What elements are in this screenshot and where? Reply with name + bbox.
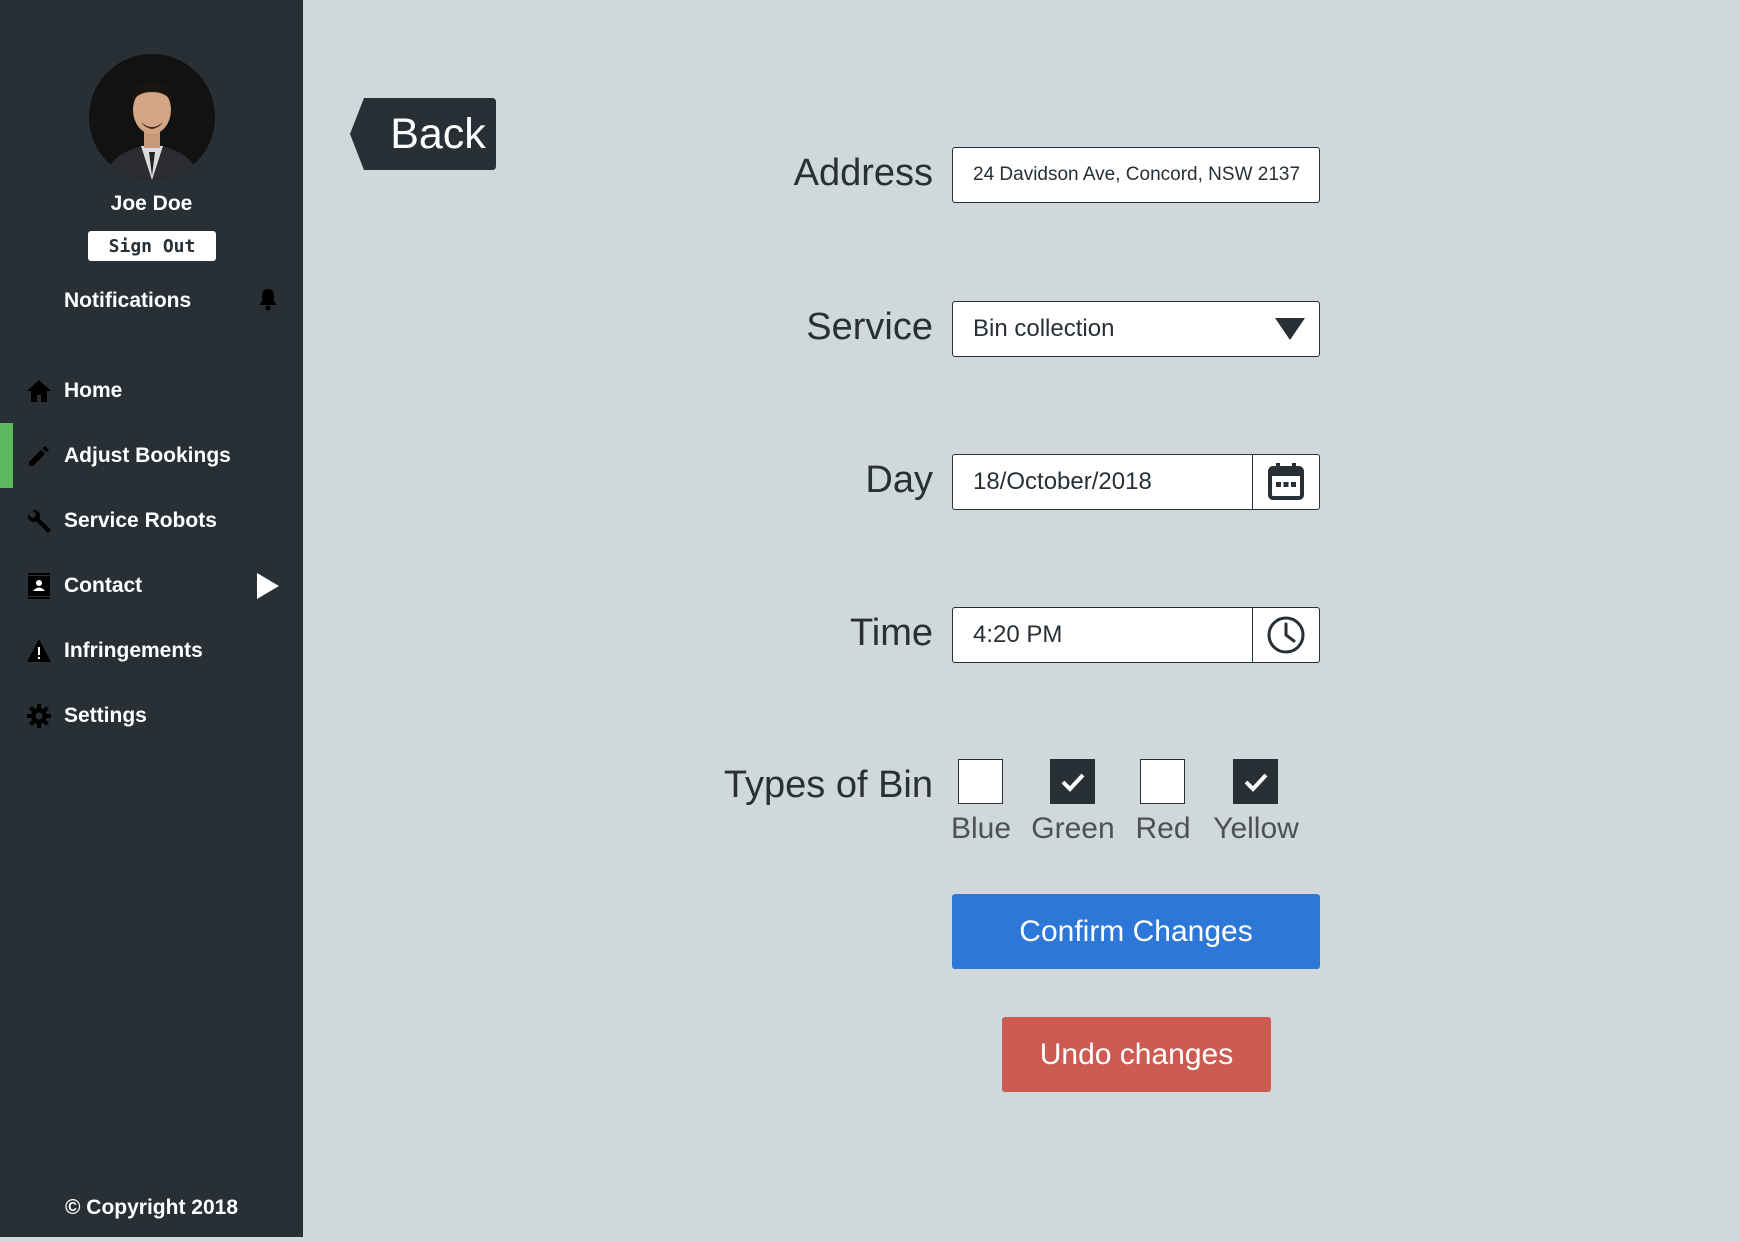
checkbox-yellow[interactable] [1233, 759, 1278, 804]
notifications-item[interactable]: Notifications [64, 288, 279, 314]
time-value: 4:20 PM [973, 621, 1063, 648]
day-field[interactable]: 18/October/2018 [952, 454, 1320, 510]
checkbox-red[interactable] [1140, 759, 1185, 804]
sidebar-item-label: Adjust Bookings [64, 443, 231, 467]
sidebar-item-home[interactable]: Home [0, 358, 303, 423]
sidebar-item-settings[interactable]: Settings [0, 683, 303, 748]
sidebar-item-service-robots[interactable]: Service Robots [0, 488, 303, 553]
dropdown-arrow-icon[interactable] [1275, 318, 1305, 340]
sidebar-item-label: Service Robots [64, 508, 217, 532]
warning-icon [26, 638, 52, 664]
notifications-label: Notifications [64, 289, 192, 312]
sign-out-button[interactable]: Sign Out [88, 231, 216, 261]
sidebar-item-label: Home [64, 378, 123, 402]
clock-icon [1267, 616, 1305, 654]
expand-arrow-icon[interactable] [257, 572, 279, 599]
bin-option-yellow[interactable]: Yellow [1201, 759, 1311, 853]
confirm-changes-button[interactable]: Confirm Changes [952, 894, 1320, 969]
checkbox-blue[interactable] [958, 759, 1003, 804]
copyright: © Copyright 2018 [64, 1196, 238, 1219]
bin-label: Yellow [1213, 812, 1299, 845]
service-select[interactable]: Bin collection [952, 301, 1320, 357]
sidebar-item-contact[interactable]: Contact [0, 553, 303, 618]
sidebar-item-label: Contact [64, 573, 143, 597]
bin-types-label: Types of Bin [723, 764, 933, 806]
calendar-icon [1268, 463, 1304, 500]
calendar-button[interactable] [1252, 455, 1319, 509]
time-label: Time [849, 612, 933, 654]
bell-icon[interactable] [257, 287, 279, 316]
wrench-icon [26, 508, 52, 534]
user-name: Joe Doe [110, 192, 193, 215]
gear-icon [26, 703, 52, 729]
sidebar-item-label: Infringements [64, 638, 203, 662]
back-button[interactable]: Back [350, 98, 496, 170]
checkmark-icon [1061, 773, 1084, 792]
address-value: 24 Davidson Ave, Concord, NSW 2137 [973, 164, 1301, 185]
address-label: Address [793, 152, 933, 194]
checkmark-icon [1244, 773, 1267, 792]
checkbox-green[interactable] [1050, 759, 1095, 804]
sidebar-item-adjust-bookings[interactable]: Adjust Bookings [0, 423, 303, 488]
sidebar: Joe Doe Sign Out Notifications Home Adju… [0, 0, 303, 1237]
service-label: Service [806, 306, 933, 348]
contact-book-icon [26, 572, 52, 599]
day-label: Day [865, 459, 933, 501]
time-field[interactable]: 4:20 PM [952, 607, 1320, 663]
avatar[interactable] [89, 54, 215, 180]
pencil-icon [26, 443, 52, 469]
address-field[interactable]: 24 Davidson Ave, Concord, NSW 2137 [952, 147, 1320, 203]
sidebar-nav: Home Adjust Bookings Service Robots Cont… [0, 358, 303, 748]
undo-changes-button[interactable]: Undo changes [1002, 1017, 1271, 1092]
home-icon [26, 378, 52, 404]
service-value: Bin collection [973, 315, 1115, 342]
day-value: 18/October/2018 [973, 468, 1152, 495]
sidebar-item-label: Settings [64, 703, 147, 727]
clock-button[interactable] [1252, 608, 1319, 662]
back-label: Back [390, 109, 486, 158]
sidebar-item-infringements[interactable]: Infringements [0, 618, 303, 683]
